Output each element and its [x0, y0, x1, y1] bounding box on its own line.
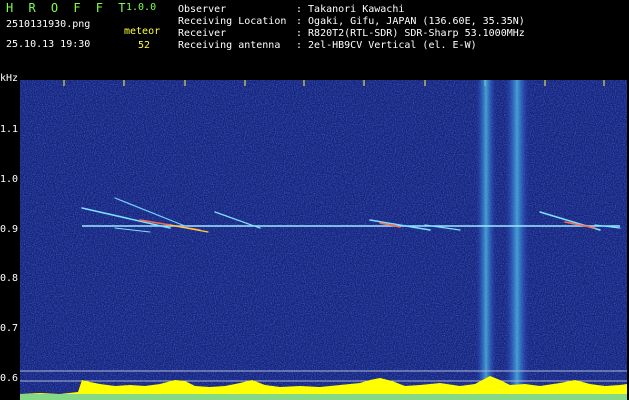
- info-row-observer: Observer : Takanori Kawachi: [178, 4, 525, 16]
- app-version: 1.0.0: [126, 2, 157, 13]
- interference-band: [504, 80, 530, 400]
- info-key: Receiving Location: [178, 16, 287, 27]
- date-time: 25.10.13 19:30: [6, 39, 91, 50]
- y-tick-label: 0.8: [0, 273, 19, 284]
- spectrogram-plot: [20, 80, 627, 400]
- noise-texture: [20, 80, 627, 400]
- info-value: : Takanori Kawachi: [296, 4, 405, 15]
- y-tick-label: 1.1: [0, 124, 19, 135]
- info-value: : R820T2(RTL-SDR) SDR-Sharp 53.1000MHz: [296, 28, 525, 39]
- meteor-label: meteor: [124, 26, 161, 37]
- info-row-location: Receiving Location : Ogaki, Gifu, JAPAN …: [178, 16, 525, 28]
- app-name: H R O F F T: [6, 1, 130, 15]
- station-info: Observer : Takanori Kawachi Receiving Lo…: [178, 4, 525, 52]
- y-tick-label: 1.0: [0, 174, 19, 185]
- y-axis-unit: kHz: [0, 73, 19, 84]
- info-value: : 2el-HB9CV Vertical (el. E-W): [296, 40, 477, 51]
- y-tick-label: 0.9: [0, 224, 19, 235]
- y-tick-label: 0.7: [0, 323, 19, 334]
- info-key: Observer: [178, 4, 227, 15]
- y-tick-label: 0.6: [0, 373, 19, 384]
- meteor-count: 52: [138, 40, 151, 51]
- interference-band: [475, 80, 497, 400]
- info-value: : Ogaki, Gifu, JAPAN (136.60E, 35.35N): [296, 16, 525, 27]
- info-row-antenna: Receiving antenna : 2el-HB9CV Vertical (…: [178, 40, 525, 52]
- info-key: Receiver: [178, 28, 227, 39]
- file-name: 2510131930.png: [6, 19, 91, 30]
- info-key: Receiving antenna: [178, 40, 281, 51]
- header-panel: H R O F F T 1.0.0 2510131930.png 25.10.1…: [0, 0, 629, 72]
- baseline-bar: [20, 394, 627, 400]
- info-row-receiver: Receiver : R820T2(RTL-SDR) SDR-Sharp 53.…: [178, 28, 525, 40]
- spectrogram-canvas: [20, 80, 627, 400]
